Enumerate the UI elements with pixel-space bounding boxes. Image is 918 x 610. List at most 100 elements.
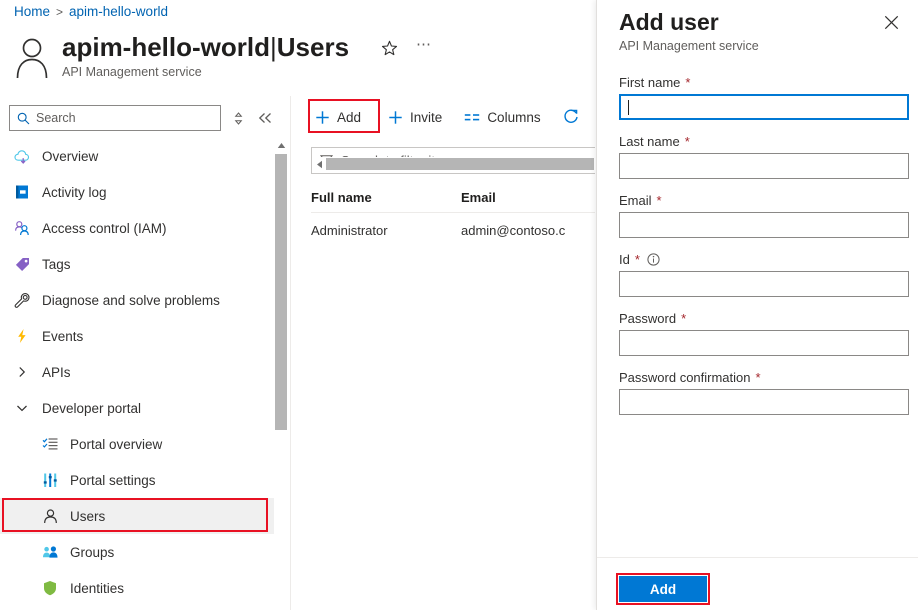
- sidebar-item-developer-portal[interactable]: Developer portal: [0, 390, 278, 426]
- column-header-email[interactable]: Email: [461, 190, 595, 205]
- sidebar-item-activity-log[interactable]: Activity log: [0, 174, 278, 210]
- submit-button-annotation: Add: [619, 576, 707, 602]
- groups-icon: [41, 543, 59, 561]
- shield-icon: [41, 579, 59, 597]
- sidebar-item-label: Diagnose and solve problems: [42, 293, 220, 308]
- azure-portal-screen: Home > apim-hello-world apim-hello-world…: [0, 0, 918, 610]
- sidebar-item-access-control[interactable]: Access control (IAM): [0, 210, 278, 246]
- submit-add-user-button[interactable]: Add: [619, 576, 707, 602]
- sidebar-item-portal-settings[interactable]: Portal settings: [0, 462, 278, 498]
- page-title-separator: |: [270, 32, 277, 62]
- first-name-label-text: First name: [619, 75, 680, 90]
- email-field-group: Email *: [619, 193, 909, 238]
- sidebar-item-label: Tags: [42, 257, 71, 272]
- favorite-star-icon[interactable]: [381, 40, 398, 57]
- last-name-input[interactable]: [619, 153, 909, 179]
- sidebar-item-diagnose-and-solve-problems[interactable]: Diagnose and solve problems: [0, 282, 278, 318]
- sidebar-item-label: APIs: [42, 365, 71, 380]
- required-marker: *: [681, 311, 686, 326]
- breadcrumb-current-link[interactable]: apim-hello-world: [69, 4, 168, 19]
- first-name-label: First name *: [619, 75, 909, 90]
- tag-icon: [13, 255, 31, 273]
- breadcrumb-separator-icon: >: [56, 5, 63, 19]
- sidenav-scrollbar-thumb[interactable]: [275, 154, 287, 430]
- email-input[interactable]: [619, 212, 909, 238]
- sidebar-item-apis[interactable]: APIs: [0, 354, 278, 390]
- cell-full-name: Administrator: [311, 223, 461, 238]
- panel-header: Add user API Management service: [619, 8, 759, 53]
- invite-user-button[interactable]: Invite: [385, 103, 445, 131]
- sidebar-item-portal-overview[interactable]: Portal overview: [0, 426, 278, 462]
- collapse-nav-icon[interactable]: [258, 112, 273, 124]
- password-confirmation-input[interactable]: [619, 389, 909, 415]
- last-name-label-text: Last name: [619, 134, 680, 149]
- sidebar-item-label: Groups: [70, 545, 114, 560]
- sidebar-item-label: Portal settings: [70, 473, 156, 488]
- email-label-text: Email: [619, 193, 652, 208]
- sidebar-item-label: Identities: [70, 581, 124, 596]
- required-marker: *: [635, 252, 640, 267]
- password-confirmation-label-text: Password confirmation: [619, 370, 751, 385]
- sidebar-item-label: Access control (IAM): [42, 221, 167, 236]
- scroll-left-arrow-icon[interactable]: [312, 157, 326, 171]
- resource-side-navigation: Search: [0, 96, 291, 610]
- required-marker: *: [756, 370, 761, 385]
- close-icon[interactable]: [879, 10, 903, 34]
- sidebar-item-users[interactable]: Users: [0, 498, 278, 534]
- table-horizontal-scrollbar[interactable]: [312, 157, 595, 171]
- invite-user-button-label: Invite: [410, 110, 442, 125]
- search-input[interactable]: Search: [9, 105, 221, 131]
- chevron-down-icon: [13, 399, 31, 417]
- password-label-text: Password: [619, 311, 676, 326]
- page-title-texts: apim-hello-world|Users API Management se…: [62, 30, 349, 79]
- cell-email: admin@contoso.c: [461, 223, 595, 238]
- refresh-icon: [563, 109, 579, 125]
- id-label-text: Id: [619, 252, 630, 267]
- required-marker: *: [685, 134, 690, 149]
- scroll-up-arrow-icon[interactable]: [274, 138, 288, 152]
- sidebar-item-label: Overview: [42, 149, 98, 164]
- columns-button-label: Columns: [487, 110, 540, 125]
- password-input[interactable]: [619, 330, 909, 356]
- sidenav-scrollbar[interactable]: [274, 138, 288, 610]
- refresh-button[interactable]: [560, 103, 582, 131]
- page-title-row: apim-hello-world|Users API Management se…: [12, 30, 349, 80]
- info-icon[interactable]: [647, 253, 660, 266]
- add-user-button-label: Add: [337, 110, 361, 125]
- sidebar-item-events[interactable]: Events: [0, 318, 278, 354]
- id-input[interactable]: [619, 271, 909, 297]
- table-header-row: Full name Email: [311, 182, 595, 213]
- breadcrumb: Home > apim-hello-world: [14, 4, 168, 19]
- table-row[interactable]: Administrator admin@contoso.c: [311, 213, 595, 247]
- page-subtitle: API Management service: [62, 65, 349, 79]
- more-options-icon[interactable]: ⋯: [416, 41, 433, 56]
- sidebar-item-label: Events: [42, 329, 83, 344]
- command-bar: Add Invite: [291, 100, 582, 134]
- portal-overview-icon: [41, 435, 59, 453]
- plus-icon: [388, 110, 403, 125]
- table-scrollbar-thumb[interactable]: [326, 158, 594, 170]
- last-name-label: Last name *: [619, 134, 909, 149]
- add-user-button[interactable]: Add: [313, 103, 369, 131]
- panel-subtitle: API Management service: [619, 39, 759, 53]
- columns-button[interactable]: Columns: [461, 103, 543, 131]
- breadcrumb-home-link[interactable]: Home: [14, 4, 50, 19]
- add-user-form: First name * Last name * Email: [619, 75, 909, 429]
- columns-icon: [464, 111, 480, 124]
- sidebar-item-identities[interactable]: Identities: [0, 570, 278, 606]
- wrench-icon: [13, 291, 31, 309]
- page-title: apim-hello-world|Users: [62, 32, 349, 62]
- sidebar-item-groups[interactable]: Groups: [0, 534, 278, 570]
- sidebar-item-tags[interactable]: Tags: [0, 246, 278, 282]
- title-actions: ⋯: [381, 40, 433, 57]
- first-name-input[interactable]: [619, 94, 909, 120]
- sort-toggle-icon[interactable]: [233, 112, 244, 125]
- sidebar-item-overview[interactable]: Overview: [0, 138, 278, 174]
- column-header-full-name[interactable]: Full name: [311, 190, 461, 205]
- sidebar-item-label: Portal overview: [70, 437, 162, 452]
- search-input-placeholder: Search: [36, 111, 76, 125]
- users-table: Full name Email Administrator admin@cont…: [311, 182, 595, 247]
- id-field-group: Id *: [619, 252, 909, 297]
- password-confirmation-label: Password confirmation *: [619, 370, 909, 385]
- panel-footer: Add: [619, 576, 707, 602]
